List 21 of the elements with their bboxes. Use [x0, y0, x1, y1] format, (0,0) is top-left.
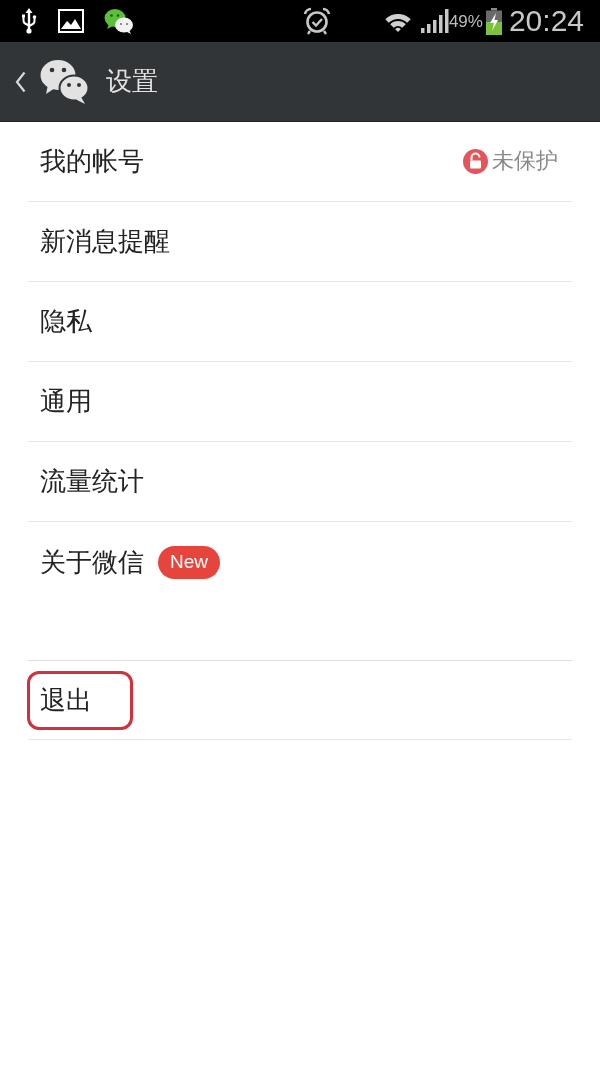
settings-item[interactable]: 新消息提醒 [28, 202, 572, 282]
signal-icon [420, 9, 449, 33]
settings-item[interactable]: 我的帐号 未保护 [28, 122, 572, 202]
new-badge: New [158, 545, 220, 579]
status-text: 未保护 [492, 148, 558, 175]
settings-item[interactable]: 通用 [28, 362, 572, 442]
battery-icon [485, 7, 502, 35]
back-icon[interactable] [15, 70, 26, 93]
settings-item[interactable]: 隐私 [28, 282, 572, 362]
usb-icon [20, 8, 38, 34]
settings-item[interactable]: 退出 [28, 660, 572, 740]
chat-bubbles-icon [104, 8, 134, 34]
alarm-clock-icon [302, 7, 331, 35]
status-time: 20:24 [508, 6, 584, 36]
chat-bubbles-icon [40, 58, 90, 105]
battery-percent: 49% [448, 12, 483, 30]
image-icon [58, 9, 84, 33]
settings-item[interactable]: 流量统计 [28, 442, 572, 522]
settings-item[interactable]: 关于微信 New [28, 522, 572, 602]
page-title: 设置 [106, 65, 158, 98]
unlocked-lock-icon [463, 149, 488, 174]
